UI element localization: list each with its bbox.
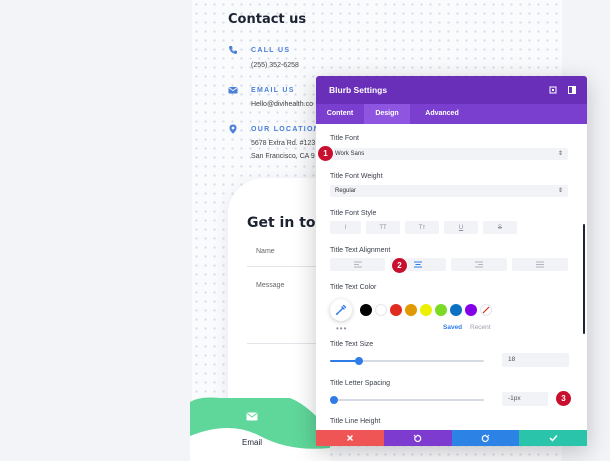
swatch-orange[interactable] bbox=[405, 304, 417, 316]
select-arrows-icon: ⇕ bbox=[557, 151, 563, 157]
email-tab-wave bbox=[190, 397, 330, 461]
align-left-icon bbox=[353, 261, 362, 268]
contact-label-email: EMAIL US bbox=[251, 87, 295, 94]
title-font-weight-label: Title Font Weight bbox=[330, 173, 383, 180]
email-tab-label[interactable]: Email bbox=[242, 438, 262, 447]
contact-label-call: CALL US bbox=[251, 47, 291, 54]
title-letter-spacing-slider[interactable] bbox=[330, 396, 484, 404]
step-marker-1: 1 bbox=[318, 146, 333, 161]
title-letter-spacing-label: Title Letter Spacing bbox=[330, 380, 391, 387]
color-swatches bbox=[330, 299, 570, 321]
eyedropper-icon bbox=[335, 304, 347, 316]
align-justify-icon bbox=[536, 261, 544, 268]
align-center-icon bbox=[414, 261, 422, 268]
form-divider bbox=[247, 343, 322, 344]
align-right-button[interactable] bbox=[451, 258, 507, 271]
more-options-icon[interactable]: ••• bbox=[336, 324, 347, 333]
undo-button[interactable] bbox=[383, 430, 452, 446]
swatch-black[interactable] bbox=[360, 304, 372, 316]
title-text-size-input[interactable]: 18 bbox=[502, 353, 569, 367]
title-text-alignment-label: Title Text Alignment bbox=[330, 247, 391, 254]
tab-content[interactable]: Content bbox=[316, 104, 364, 124]
title-font-style-label: Title Font Style bbox=[330, 210, 377, 217]
step-marker-3: 3 bbox=[556, 391, 571, 406]
tab-design[interactable]: Design bbox=[364, 104, 410, 124]
title-font-weight-value: Regular bbox=[335, 188, 357, 194]
capitalize-button[interactable]: Tт bbox=[405, 221, 439, 234]
title-text-color-label: Title Text Color bbox=[330, 284, 377, 291]
phone-icon bbox=[229, 46, 237, 54]
expand-icon[interactable] bbox=[548, 85, 558, 95]
envelope-icon bbox=[228, 87, 238, 94]
contact-title: Contact us bbox=[228, 12, 307, 27]
contact-email: Hello@divihealth.co bbox=[251, 101, 313, 108]
form-name-field[interactable]: Name bbox=[256, 248, 275, 255]
swatch-red[interactable] bbox=[390, 304, 402, 316]
contact-address-line-1: 5678 Extra Rd. #123 bbox=[251, 140, 316, 147]
italic-button[interactable]: I bbox=[330, 221, 361, 234]
title-font-label: Title Font bbox=[330, 135, 359, 142]
title-font-weight-select[interactable]: Regular ⇕ bbox=[330, 185, 568, 197]
redo-button[interactable] bbox=[451, 430, 520, 446]
title-text-size-label: Title Text Size bbox=[330, 341, 374, 348]
title-font-select[interactable]: Work Sans ⇕ bbox=[330, 148, 568, 160]
form-divider bbox=[247, 266, 322, 267]
swatch-yellow[interactable] bbox=[420, 304, 432, 316]
color-picker-button[interactable] bbox=[330, 299, 352, 321]
swatch-purple[interactable] bbox=[465, 304, 477, 316]
saved-colors-tab[interactable]: Saved bbox=[443, 324, 462, 331]
contact-phone: (255) 352-6258 bbox=[251, 62, 299, 69]
select-arrows-icon: ⇕ bbox=[557, 188, 563, 194]
strikethrough-button[interactable]: S bbox=[483, 221, 517, 234]
location-pin-icon bbox=[229, 124, 237, 134]
check-icon bbox=[549, 434, 558, 442]
swatch-green[interactable] bbox=[435, 304, 447, 316]
form-message-field[interactable]: Message bbox=[256, 282, 284, 289]
swatch-white[interactable] bbox=[375, 304, 387, 316]
panel-title: Blurb Settings bbox=[329, 85, 388, 95]
title-line-height-label: Title Line Height bbox=[330, 418, 381, 425]
slider-handle[interactable] bbox=[355, 357, 364, 365]
contact-address-line-2: San Francisco, CA 9 bbox=[251, 153, 315, 160]
title-letter-spacing-input[interactable]: -1px bbox=[502, 392, 548, 406]
swatch-blue[interactable] bbox=[450, 304, 462, 316]
blurb-settings-panel: Blurb Settings Content Design Advanced T… bbox=[316, 76, 587, 446]
alignment-buttons bbox=[330, 258, 568, 271]
align-justify-button[interactable] bbox=[512, 258, 568, 271]
no-color-icon[interactable] bbox=[480, 304, 492, 316]
close-icon bbox=[346, 434, 353, 442]
step-marker-2: 2 bbox=[392, 258, 407, 273]
title-font-value: Work Sans bbox=[335, 151, 365, 157]
tab-advanced[interactable]: Advanced bbox=[413, 104, 471, 124]
form-title: Get in tou bbox=[247, 215, 326, 231]
redo-icon bbox=[481, 433, 490, 442]
recent-colors-tab[interactable]: Recent bbox=[470, 324, 491, 331]
undo-icon bbox=[413, 433, 422, 442]
panel-tabs: Content Design Advanced bbox=[316, 104, 587, 124]
panel-scrollbar[interactable] bbox=[583, 224, 585, 334]
align-left-button[interactable] bbox=[330, 258, 385, 271]
align-right-icon bbox=[475, 261, 483, 268]
panel-header[interactable]: Blurb Settings bbox=[316, 76, 587, 104]
sidebar-toggle-icon[interactable] bbox=[567, 85, 577, 95]
font-style-buttons: I TT Tт U S bbox=[330, 221, 517, 234]
underline-button[interactable]: U bbox=[444, 221, 478, 234]
save-button[interactable] bbox=[519, 430, 587, 446]
settings-body: Title Font Work Sans ⇕ Title Font Weight… bbox=[316, 124, 587, 430]
title-text-size-slider[interactable] bbox=[330, 357, 484, 365]
envelope-icon bbox=[246, 412, 258, 421]
panel-footer bbox=[316, 430, 587, 446]
slider-handle[interactable] bbox=[330, 396, 338, 404]
cancel-button[interactable] bbox=[316, 430, 384, 446]
uppercase-button[interactable]: TT bbox=[366, 221, 400, 234]
contact-label-location: OUR LOCATION bbox=[251, 126, 321, 133]
